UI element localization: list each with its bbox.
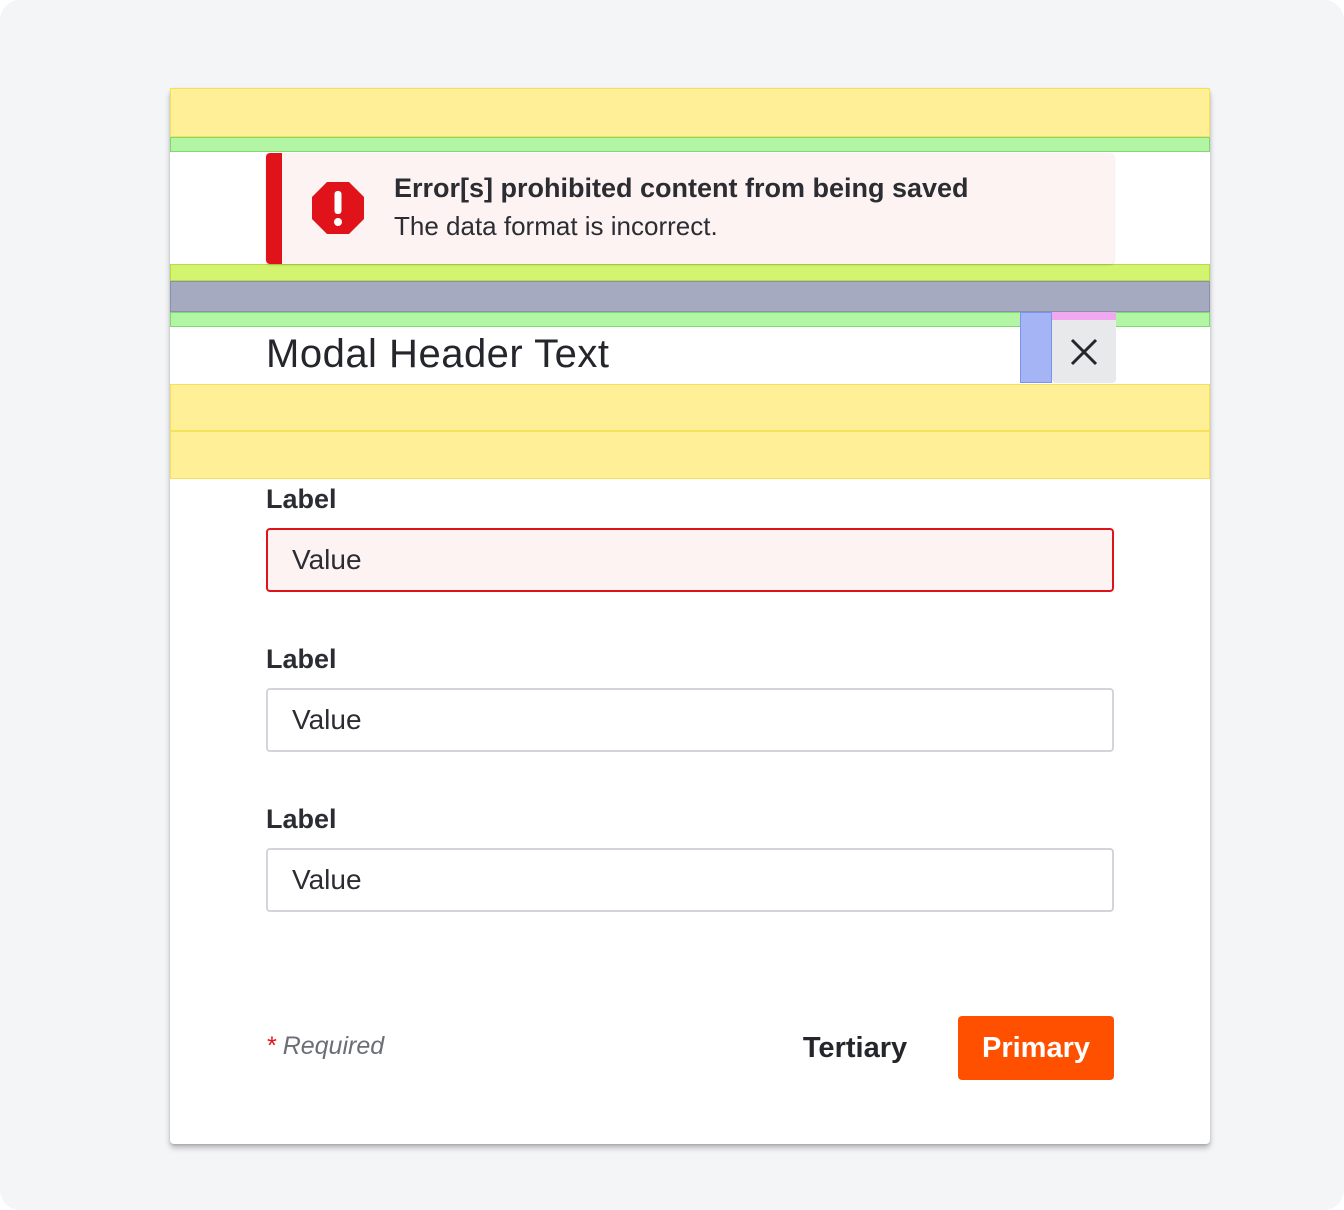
primary-button[interactable]: Primary bbox=[958, 1016, 1114, 1080]
spacing-guide-header-bottom bbox=[170, 384, 1210, 431]
text-input-2[interactable] bbox=[266, 688, 1114, 752]
modal-dialog: Error[s] prohibited content from being s… bbox=[170, 88, 1210, 1144]
tertiary-button[interactable]: Tertiary bbox=[790, 1016, 920, 1080]
text-input-3[interactable] bbox=[266, 848, 1114, 912]
spacing-guide-close-gap bbox=[1020, 312, 1052, 383]
field-label-3: Label bbox=[266, 804, 337, 834]
modal-header-title: Modal Header Text bbox=[266, 332, 610, 376]
field-label-1: Label bbox=[266, 484, 337, 514]
spacing-guide-divider bbox=[170, 281, 1210, 312]
close-icon bbox=[1070, 338, 1098, 365]
required-asterisk: * bbox=[266, 1032, 276, 1060]
required-text: Required bbox=[282, 1032, 385, 1060]
field-label-2: Label bbox=[266, 644, 337, 674]
spacing-guide-body-top bbox=[170, 431, 1210, 479]
page-background: Error[s] prohibited content from being s… bbox=[0, 0, 1344, 1210]
required-note: * Required bbox=[266, 1032, 384, 1061]
spacing-guide-close-top bbox=[1052, 312, 1116, 320]
spacing-guide-alert-top bbox=[170, 137, 1210, 152]
alert-message: The data format is incorrect. bbox=[394, 211, 718, 241]
error-octagon-icon bbox=[312, 182, 364, 234]
alert-title: Error[s] prohibited content from being s… bbox=[394, 173, 969, 203]
alert-accent-bar bbox=[266, 153, 282, 264]
text-input-1-error[interactable] bbox=[266, 528, 1114, 592]
spacing-guide-alert-bottom bbox=[170, 264, 1210, 281]
error-alert: Error[s] prohibited content from being s… bbox=[266, 153, 1114, 264]
close-button[interactable] bbox=[1052, 320, 1116, 383]
spacing-guide-top bbox=[170, 88, 1210, 137]
